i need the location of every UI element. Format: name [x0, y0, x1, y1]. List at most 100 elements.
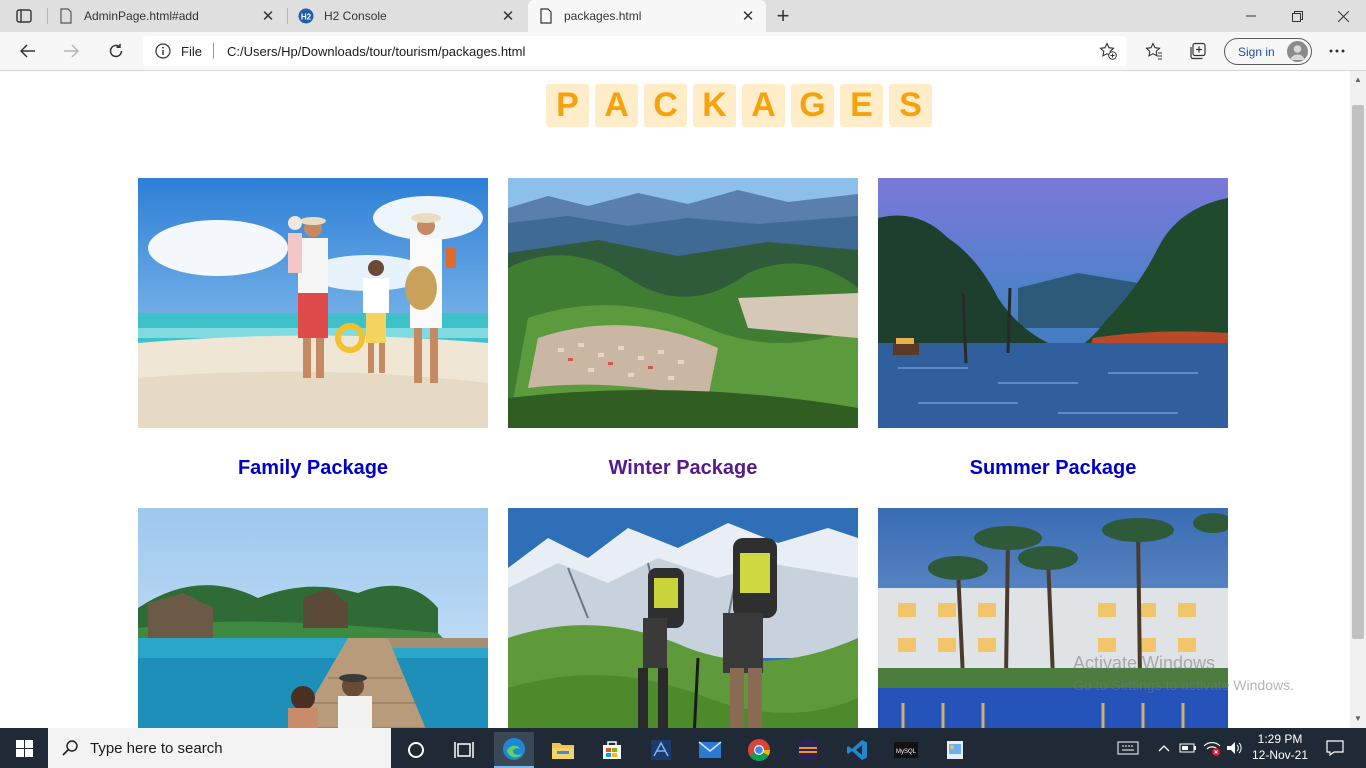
tray-volume[interactable] [1224, 728, 1246, 768]
avatar-icon [1287, 41, 1308, 62]
watermark-title: Activate Windows [1073, 653, 1216, 673]
sign-in-button[interactable]: Sign in [1224, 38, 1312, 65]
store-icon [603, 741, 621, 759]
add-favorite-icon[interactable] [1099, 42, 1117, 60]
back-arrow-icon [20, 44, 35, 58]
tab-title: AdminPage.html#add [84, 9, 199, 23]
minimize-icon [1246, 15, 1256, 17]
notifications-button[interactable] [1320, 728, 1350, 768]
package-card-winter: Winter Package [508, 178, 858, 479]
watermark-subtitle: Go to Settings to activate Windows. [1073, 677, 1294, 693]
taskbar-store[interactable] [592, 732, 632, 768]
scroll-down-icon[interactable]: ▼ [1354, 715, 1362, 723]
tab-packages[interactable]: packages.html ✕ [528, 0, 766, 32]
restore-icon [1291, 10, 1303, 22]
refresh-button[interactable] [101, 37, 131, 65]
new-tab-button[interactable]: + [770, 3, 796, 28]
package-card-6 [878, 508, 1228, 728]
heading-letter: K [693, 84, 736, 127]
minimize-button[interactable] [1228, 0, 1274, 32]
tab-actions-icon [16, 9, 32, 23]
page-viewport: P A C K A G E S Family Package Winter Pa… [0, 71, 1350, 728]
restore-button[interactable] [1274, 0, 1320, 32]
close-window-button[interactable] [1320, 0, 1366, 32]
paint-icon [947, 741, 963, 759]
heading-letter: C [644, 84, 687, 127]
heading-letter: A [742, 84, 785, 127]
forward-button[interactable] [56, 37, 86, 65]
family-package-link[interactable]: Family Package [138, 457, 488, 480]
file-explorer-icon [552, 743, 574, 759]
show-hidden-icons-button[interactable] [1154, 728, 1174, 768]
edge-icon [503, 738, 525, 760]
tab-actions-button[interactable] [8, 4, 40, 28]
taskbar-mysql[interactable]: MySQL [886, 732, 926, 768]
cortana-button[interactable] [396, 732, 436, 768]
collections-icon [1190, 42, 1206, 60]
heading-letter: G [791, 84, 834, 127]
settings-more-button[interactable] [1322, 37, 1352, 65]
address-divider [213, 43, 214, 59]
collections-button[interactable] [1183, 37, 1213, 65]
more-dots-icon [1329, 49, 1345, 53]
forward-arrow-icon [64, 44, 79, 58]
eclipse-icon [651, 740, 671, 760]
summer-package-link[interactable]: Summer Package [878, 457, 1228, 480]
start-button[interactable] [0, 728, 48, 768]
close-tab-icon[interactable]: ✕ [500, 8, 516, 25]
address-bar[interactable]: File C:/Users/Hp/Downloads/tour/tourism/… [143, 36, 1127, 66]
windows-logo-icon [15, 739, 33, 757]
taskbar-eclipse-ide[interactable] [788, 732, 828, 768]
tray-network[interactable] [1200, 728, 1224, 768]
info-icon[interactable] [155, 43, 171, 59]
taskbar-mail[interactable] [690, 732, 730, 768]
close-tab-icon[interactable]: ✕ [260, 8, 276, 25]
close-tab-icon[interactable]: ✕ [740, 8, 756, 25]
family-beach-photo[interactable] [138, 178, 488, 428]
winter-package-link[interactable]: Winter Package [508, 457, 858, 480]
search-icon [62, 740, 78, 756]
package-card-4 [138, 508, 488, 728]
scheme-label: File [181, 44, 202, 59]
back-button[interactable] [13, 37, 43, 65]
vscode-icon [847, 740, 867, 760]
search-placeholder: Type here to search [90, 739, 223, 757]
file-icon [60, 8, 72, 24]
tab-admin-page[interactable]: AdminPage.html#add ✕ [48, 0, 286, 32]
island-couple-photo[interactable] [138, 508, 488, 728]
cortana-icon [408, 742, 424, 758]
chevron-up-icon [1158, 745, 1170, 752]
vertical-scrollbar[interactable]: ▲ ▼ [1350, 71, 1366, 728]
tab-h2-console[interactable]: H2 H2 Console ✕ [288, 0, 526, 32]
taskbar-clock[interactable]: 1:29 PM 12-Nov-21 [1248, 731, 1312, 763]
taskbar-search[interactable]: Type here to search [48, 728, 391, 768]
notification-icon [1326, 740, 1344, 756]
taskbar-paint[interactable] [935, 732, 975, 768]
tray-battery[interactable] [1177, 728, 1199, 768]
task-view-icon [454, 742, 474, 758]
hill-station-photo[interactable] [508, 178, 858, 428]
tray-keyboard[interactable] [1114, 728, 1142, 768]
url-text[interactable]: C:/Users/Hp/Downloads/tour/tourism/packa… [227, 44, 525, 59]
svg-text:MySQL: MySQL [896, 749, 917, 755]
svg-text:H2: H2 [301, 13, 312, 22]
trekking-photo[interactable] [508, 508, 858, 728]
task-view-button[interactable] [444, 732, 484, 768]
scroll-up-icon[interactable]: ▲ [1354, 76, 1362, 84]
taskbar-file-explorer[interactable] [543, 732, 583, 768]
taskbar-vscode[interactable] [837, 732, 877, 768]
taskbar-edge[interactable] [494, 732, 534, 768]
eclipse-ide-icon [797, 739, 819, 761]
lake-photo[interactable] [878, 178, 1228, 428]
tab-title: packages.html [564, 9, 642, 23]
resort-photo[interactable] [878, 508, 1228, 728]
favorites-button[interactable] [1139, 37, 1169, 65]
taskbar-chrome[interactable] [739, 732, 779, 768]
scrollbar-thumb[interactable] [1352, 105, 1364, 639]
heading-letter: P [546, 84, 589, 127]
tab-title: H2 Console [324, 9, 387, 23]
package-card-family: Family Package [138, 178, 488, 479]
taskbar-app-5[interactable] [641, 732, 681, 768]
tab-strip: AdminPage.html#add ✕ H2 H2 Console ✕ pac… [0, 0, 1366, 32]
refresh-icon [109, 43, 123, 58]
